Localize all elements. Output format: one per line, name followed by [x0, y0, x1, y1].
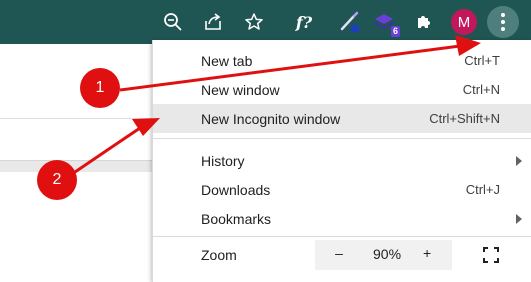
page-gray-band	[0, 160, 152, 172]
menu-item-new-incognito-window[interactable]: New Incognito window Ctrl+Shift+N	[153, 104, 531, 133]
extensions-puzzle-icon[interactable]	[410, 8, 438, 36]
submenu-arrow-icon	[516, 156, 522, 166]
font-extension-label: f?	[295, 12, 313, 32]
menu-separator	[153, 138, 531, 139]
chrome-menu: New tab Ctrl+T New window Ctrl+N New Inc…	[152, 40, 531, 282]
divider	[0, 118, 152, 119]
font-extension-icon[interactable]: f?	[290, 8, 318, 36]
menu-item-label: History	[201, 152, 245, 169]
zoom-label: Zoom	[201, 247, 237, 263]
menu-item-shortcut: Ctrl+J	[465, 182, 500, 197]
bookmark-star-icon[interactable]	[240, 8, 268, 36]
menu-item-history[interactable]: History	[153, 146, 531, 175]
zoom-level: 90%	[373, 246, 402, 262]
zoom-icon[interactable]	[159, 8, 187, 36]
menu-item-label: New Incognito window	[201, 110, 341, 127]
stack-extension-badge: 6	[390, 26, 400, 37]
menu-dot-icon	[501, 27, 505, 31]
menu-item-shortcut: Ctrl+Shift+N	[429, 111, 500, 126]
menu-item-bookmarks[interactable]: Bookmarks	[153, 204, 531, 233]
zoom-out-button[interactable]: –	[333, 245, 345, 261]
stack-extension-icon[interactable]: 6	[370, 8, 400, 37]
pen-extension-icon[interactable]	[335, 8, 363, 36]
share-icon[interactable]	[199, 8, 227, 36]
browser-toolbar: f? 6 M	[0, 0, 531, 44]
menu-item-label: New window	[201, 81, 280, 98]
fullscreen-icon[interactable]	[483, 247, 499, 263]
submenu-arrow-icon	[516, 214, 522, 224]
annotation-badge-2: 2	[37, 160, 77, 200]
menu-dot-icon	[501, 20, 505, 24]
menu-dot-icon	[501, 13, 505, 17]
zoom-in-button[interactable]: +	[423, 245, 431, 261]
menu-item-label: Bookmarks	[201, 210, 272, 227]
menu-item-shortcut: Ctrl+N	[462, 82, 500, 97]
menu-separator	[153, 236, 531, 237]
menu-item-new-window[interactable]: New window Ctrl+N	[153, 75, 531, 104]
chrome-menu-button[interactable]	[487, 6, 519, 38]
menu-item-new-tab[interactable]: New tab Ctrl+T	[153, 46, 531, 75]
annotation-badge-1: 1	[80, 68, 120, 108]
menu-item-label: New tab	[201, 52, 253, 69]
menu-item-label: Downloads	[201, 181, 271, 198]
menu-item-shortcut: Ctrl+T	[464, 53, 500, 68]
menu-item-downloads[interactable]: Downloads Ctrl+J	[153, 175, 531, 204]
avatar[interactable]: M	[451, 9, 477, 35]
zoom-row: Zoom – 90% +	[153, 240, 531, 270]
